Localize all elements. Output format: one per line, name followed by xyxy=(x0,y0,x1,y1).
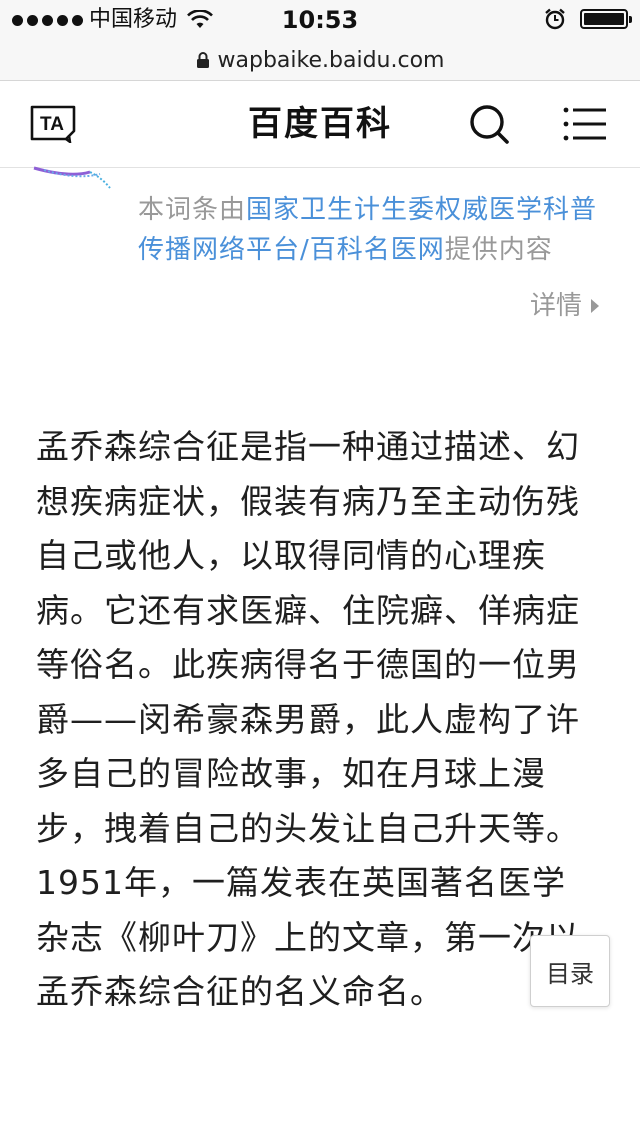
chevron-right-icon xyxy=(591,299,599,313)
app-header: TA 百度百科 xyxy=(0,81,640,168)
url-domain: wapbaike.baidu.com xyxy=(217,47,445,73)
address-bar[interactable]: wapbaike.baidu.com xyxy=(0,40,640,81)
detail-label: 详情 xyxy=(529,291,582,321)
search-icon xyxy=(470,105,509,144)
status-right xyxy=(544,8,632,30)
content-source-note: 本词条由国家卫生计生委权威医学科普传播网络平台/百科名医网提供内容 xyxy=(138,190,598,270)
menu-button[interactable] xyxy=(562,101,608,147)
battery-icon xyxy=(580,9,632,29)
lock-icon xyxy=(196,52,209,68)
detail-link[interactable]: 详情 xyxy=(530,286,600,326)
decorative-swoosh-icon xyxy=(33,166,111,189)
alarm-clock-icon xyxy=(545,8,565,30)
article-summary: 孟乔森综合征是指一种通过描述、幻想疾病症状，假装有病乃至主动伤残自己或他人，以取… xyxy=(36,427,580,1011)
search-button[interactable] xyxy=(466,101,512,147)
list-menu-icon xyxy=(563,107,606,141)
source-prefix: 本词条由 xyxy=(138,195,247,225)
source-suffix: 提供内容 xyxy=(444,235,553,265)
toc-button[interactable]: 目录 xyxy=(530,935,610,1007)
status-bar: 中国移动 10:53 xyxy=(0,0,640,40)
screen: 中国移动 10:53 wapbaike.baidu.com TA 百度百科 本词… xyxy=(0,0,640,1136)
app-title: 百度百科 xyxy=(248,104,392,144)
